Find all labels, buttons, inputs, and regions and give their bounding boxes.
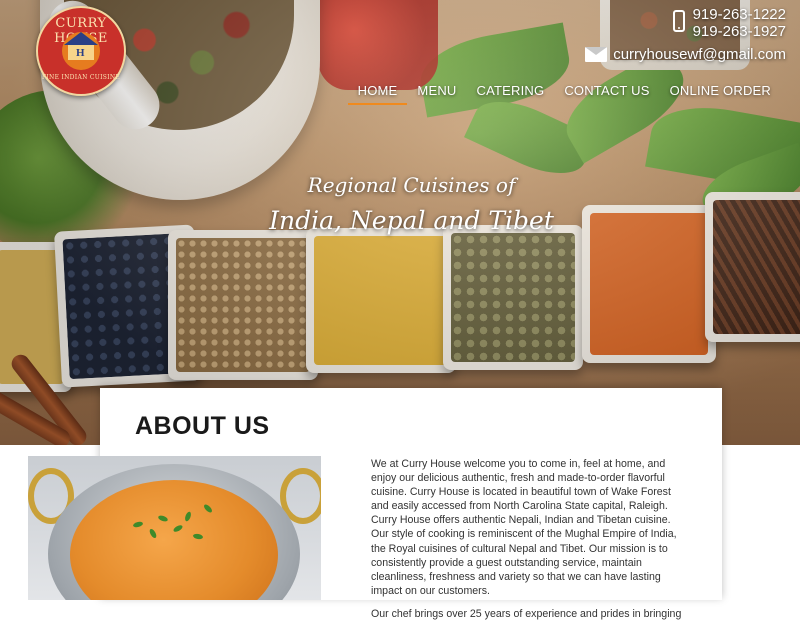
phone-number-2[interactable]: 919-263-1927 xyxy=(693,23,786,40)
curry-dish-photo xyxy=(28,456,321,600)
about-paragraph-1: We at Curry House welcome you to come in… xyxy=(371,458,677,597)
main-nav: HOME MENU CATERING CONTACT US ONLINE ORD… xyxy=(347,83,781,105)
logo-mark: H xyxy=(76,47,85,59)
contact-info: 919-263-1222 919-263-1927 curryhousewf@g… xyxy=(585,6,786,63)
nav-online-order[interactable]: ONLINE ORDER xyxy=(660,83,781,105)
hero-banner: CURRY HOUSE H FINE INDIAN CUISINE 919-26… xyxy=(0,0,800,445)
hero-tagline-2: India, Nepal and Tibet xyxy=(269,206,554,235)
about-paragraph-2: Our chef brings over 25 years of experie… xyxy=(371,607,682,620)
phone-row: 919-263-1222 919-263-1927 xyxy=(585,6,786,40)
about-title: ABOUT US xyxy=(135,412,270,440)
nav-menu[interactable]: MENU xyxy=(407,83,466,105)
email-link[interactable]: curryhousewf@gmail.com xyxy=(613,46,786,63)
nav-catering[interactable]: CATERING xyxy=(467,83,555,105)
logo[interactable]: CURRY HOUSE H FINE INDIAN CUISINE xyxy=(36,6,126,96)
nav-home[interactable]: HOME xyxy=(347,83,408,105)
envelope-icon xyxy=(585,47,608,62)
about-text: We at Curry House welcome you to come in… xyxy=(371,457,686,630)
nav-contact-us[interactable]: CONTACT US xyxy=(554,83,659,105)
phone-icon xyxy=(672,10,685,32)
hero-tagline-1: Regional Cuisines of xyxy=(307,173,516,197)
house-icon: H xyxy=(62,32,100,70)
logo-subtitle: FINE INDIAN CUISINE xyxy=(41,74,121,81)
phone-number-1[interactable]: 919-263-1222 xyxy=(693,6,786,23)
email-row: curryhousewf@gmail.com xyxy=(585,46,786,63)
